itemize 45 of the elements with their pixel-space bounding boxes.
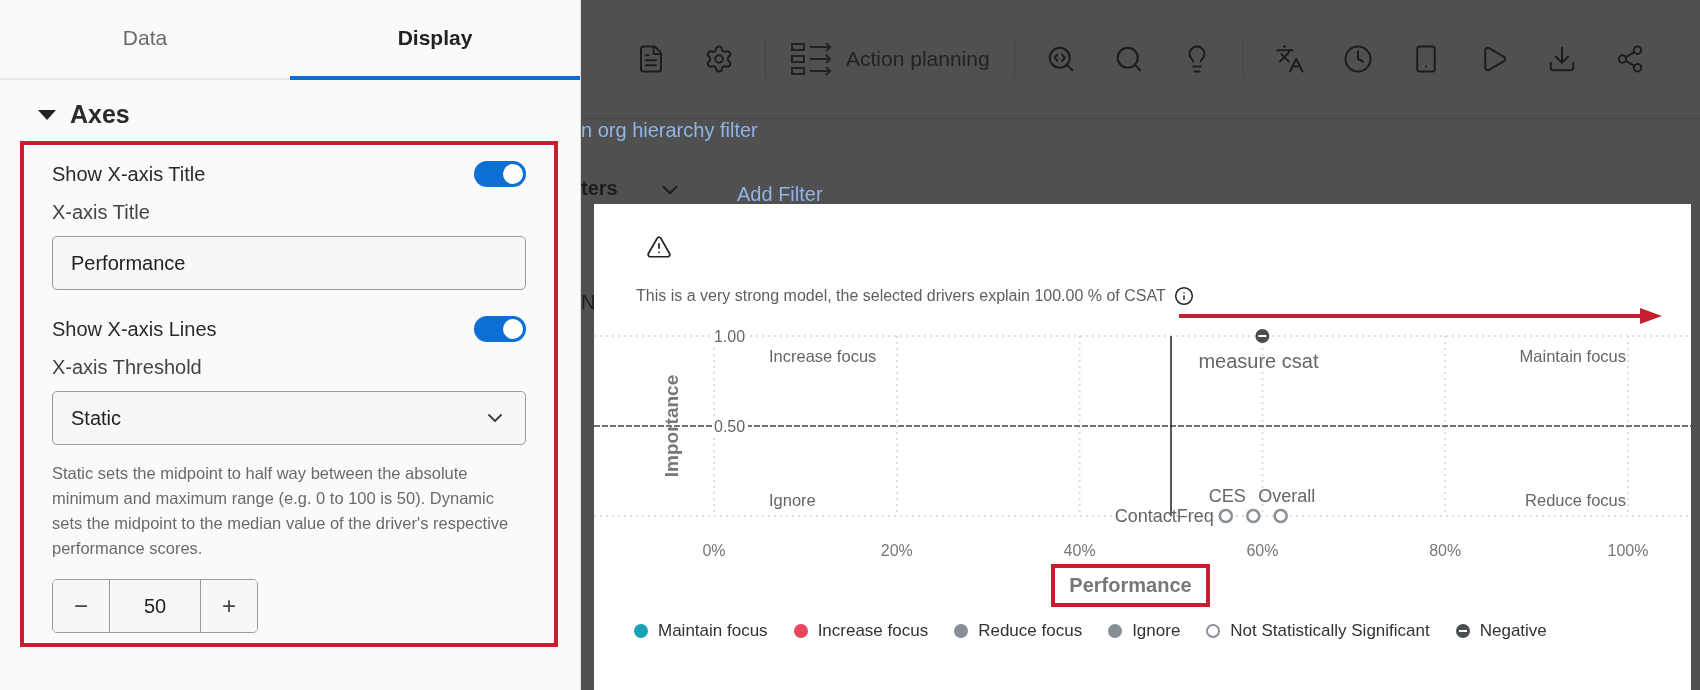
legend-label: Ignore [1132, 621, 1181, 641]
data-point [1273, 508, 1288, 524]
legend-label: Increase focus [817, 621, 929, 641]
axis-tick-label: 0.50 [714, 418, 746, 435]
caret-down-icon[interactable] [38, 109, 56, 120]
quadrant-label: Maintain focus [1519, 347, 1626, 365]
axis-tick-label: 100% [1607, 542, 1649, 559]
negative-marker [1255, 329, 1270, 343]
point-label: Overall [1258, 486, 1316, 506]
select-dropdown[interactable]: Static [52, 391, 526, 445]
field-label: X-axis Title [52, 201, 151, 224]
toggle-label: Show X-axis Lines [52, 317, 217, 341]
legend-label: Negative [1479, 621, 1547, 641]
data-point [1246, 508, 1261, 524]
toggle-label: Show X-axis Title [52, 162, 206, 186]
legend-label: Reduce focus [978, 621, 1083, 641]
axis-tick-label: 40% [1063, 542, 1096, 559]
point-label: measure csat [1198, 350, 1319, 372]
quadrant-label: Increase focus [769, 347, 877, 365]
tab[interactable]: Data [0, 0, 290, 80]
help-text: Static sets the midpoint to half way between the absolute minimum and maximum range (e.g. 0 to 100 is 50). Dynamic sets the midpoint to the median value of the driver's respective performance scores. [52, 463, 510, 559]
legend-label: Not Statistically Significant [1230, 621, 1430, 641]
field-label: X-axis Threshold [52, 356, 203, 379]
text-field[interactable]: Performance [52, 236, 526, 290]
toggle-switch[interactable] [474, 316, 526, 342]
legend-label: Maintain focus [658, 621, 768, 641]
link[interactable]: n org hierarchy filter [581, 119, 758, 142]
model-message: This is a very strong model, the selected drivers explain 100.00 % of CSAT [636, 287, 1166, 305]
axis-tick-label: 1.00 [714, 328, 746, 345]
axis-tick-label: 60% [1246, 542, 1279, 559]
axis-tick-label: 0% [702, 542, 726, 559]
data-point [1218, 508, 1234, 524]
info-icon[interactable] [1173, 286, 1194, 306]
add-filter-link[interactable]: Add Filter [737, 183, 823, 206]
toggle-switch[interactable] [474, 161, 526, 187]
point-label: CES [1208, 486, 1246, 506]
quadrant-label: Reduce focus [1525, 491, 1626, 509]
quadrant-label: Ignore [769, 491, 816, 509]
axis-title: Importance [661, 374, 682, 478]
axis-title: Performance [1051, 564, 1210, 607]
axis-tick-label: 20% [880, 542, 913, 559]
warning-icon [646, 234, 672, 260]
section-title: Axes [70, 100, 130, 129]
point-label: ContactFreq [1114, 506, 1214, 526]
axis-tick-label: 80% [1429, 542, 1462, 559]
